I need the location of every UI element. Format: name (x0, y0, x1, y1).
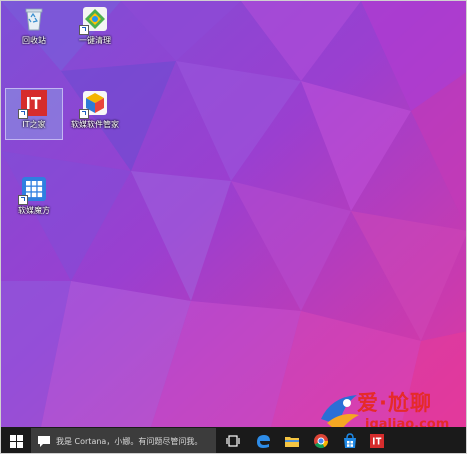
file-explorer-icon (285, 437, 299, 447)
task-view-button[interactable] (223, 431, 243, 451)
recycle-bin-desktop-icon[interactable]: 回收站 (6, 5, 62, 55)
store-icon (344, 433, 356, 448)
windows-logo-icon (9, 434, 23, 448)
store-taskbar-button[interactable] (340, 431, 360, 451)
chrome-icon (314, 434, 329, 449)
desktop-screen: 回收站 一键清理 IT之家 软媒软件管家 软媒魔方 爱·尬聊 igaliao.c… (0, 0, 467, 454)
watermark-title: 爱·尬聊 (357, 391, 432, 415)
edge-taskbar-button[interactable] (253, 431, 273, 451)
desktop-icon-label: 一键清理 (79, 36, 111, 45)
shortcut-arrow-icon (18, 109, 28, 119)
start-button[interactable] (1, 427, 31, 453)
taskbar: 我是 Cortana，小娜。有问题尽管问我。 (1, 427, 466, 453)
file-explorer-taskbar-button[interactable] (282, 431, 302, 451)
desktop-icon-label: IT之家 (22, 120, 46, 129)
desktop-wallpaper (1, 1, 466, 427)
quick-clean-desktop-icon[interactable]: 一键清理 (67, 5, 123, 55)
ruanmei-cube-desktop-icon[interactable]: 软媒魔方 (6, 175, 62, 225)
broom-clean-icon (79, 5, 109, 35)
shortcut-arrow-icon (18, 195, 28, 205)
shortcut-arrow-icon (79, 25, 89, 35)
desktop-icon-label: 回收站 (22, 36, 46, 45)
cortana-search-box[interactable]: 我是 Cortana，小娜。有问题尽管问我。 (31, 428, 216, 453)
shortcut-arrow-icon (79, 109, 89, 119)
ithome-desktop-icon[interactable]: IT之家 (5, 88, 63, 140)
software-manager-desktop-icon[interactable]: 软媒软件管家 (67, 89, 123, 139)
recycle-bin-icon (20, 5, 48, 33)
cube-grid-icon (18, 175, 48, 205)
desktop-icon-label: 软媒魔方 (18, 206, 50, 215)
task-view-icon (226, 435, 240, 447)
software-manager-icon (79, 89, 109, 119)
ithome-taskbar-button[interactable] (367, 431, 387, 451)
chrome-taskbar-button[interactable] (311, 431, 331, 451)
desktop-icon-label: 软媒软件管家 (71, 120, 119, 129)
search-placeholder: 我是 Cortana，小娜。有问题尽管问我。 (56, 436, 203, 446)
edge-browser-icon (257, 435, 270, 448)
ithome-logo-icon (18, 89, 48, 119)
cortana-chat-icon (38, 436, 50, 447)
ithome-app-icon (370, 434, 384, 448)
